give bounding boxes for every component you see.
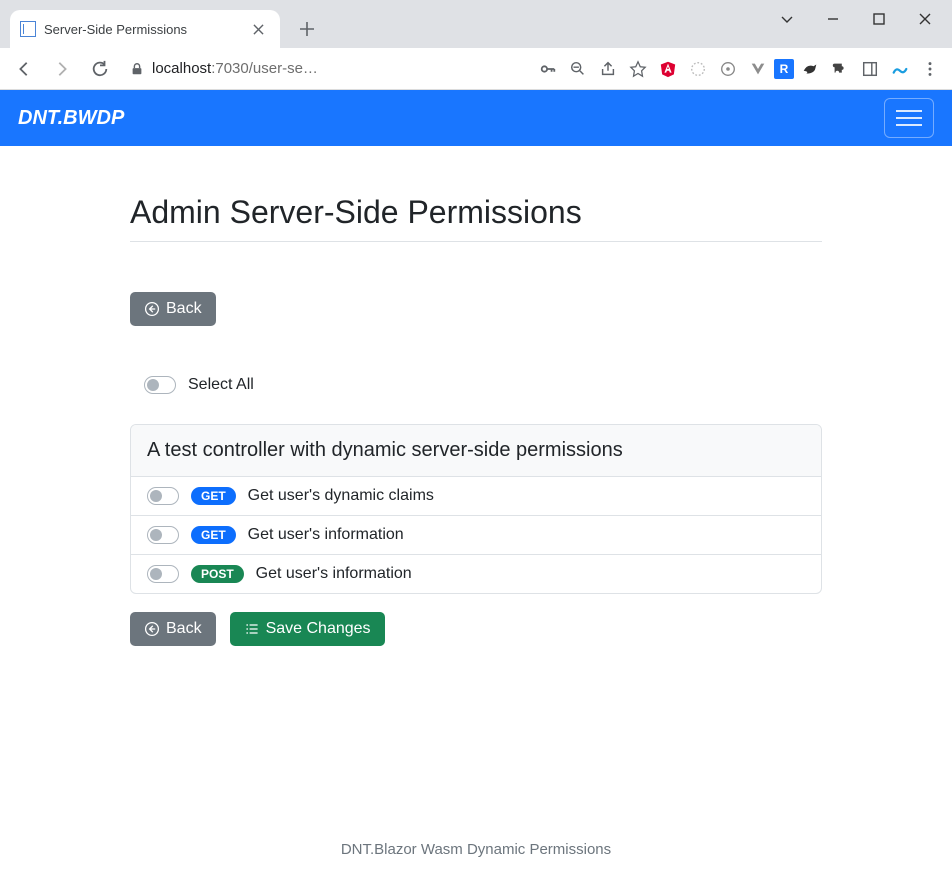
nav-back-button[interactable]	[8, 53, 40, 85]
permission-label: Get user's information	[256, 565, 412, 583]
extension-r-icon[interactable]: R	[774, 59, 794, 79]
bookmark-star-icon[interactable]	[624, 55, 652, 83]
permission-label: Get user's dynamic claims	[248, 487, 434, 505]
select-all-label: Select All	[188, 376, 254, 394]
profile-avatar-icon[interactable]	[886, 55, 914, 83]
minimize-button[interactable]	[810, 0, 856, 38]
http-method-badge: POST	[191, 565, 244, 583]
share-icon[interactable]	[594, 55, 622, 83]
close-window-button[interactable]	[902, 0, 948, 38]
brand-logo[interactable]: DNT.BWDP	[18, 107, 124, 130]
page-title: Admin Server-Side Permissions	[130, 194, 822, 231]
browser-menu-button[interactable]	[916, 55, 944, 83]
url-host: localhost:7030/user-se…	[152, 60, 318, 77]
permission-row: POST Get user's information	[131, 555, 821, 593]
title-divider	[130, 241, 822, 242]
extension-icon-1[interactable]	[684, 55, 712, 83]
tab-title: Server-Side Permissions	[44, 22, 242, 37]
app-navbar: DNT.BWDP	[0, 90, 952, 146]
extension-vue-icon[interactable]	[744, 55, 772, 83]
close-tab-button[interactable]	[250, 21, 266, 37]
extension-bird-icon[interactable]	[796, 55, 824, 83]
permission-toggle[interactable]	[147, 565, 179, 583]
permission-label: Get user's information	[248, 526, 404, 544]
zoom-out-icon[interactable]	[564, 55, 592, 83]
browser-tab[interactable]: Server-Side Permissions	[10, 10, 280, 48]
page-body: Admin Server-Side Permissions Back Selec…	[0, 146, 952, 823]
permission-row: GET Get user's dynamic claims	[131, 477, 821, 516]
back-button-bottom[interactable]: Back	[130, 612, 216, 646]
browser-toolbar: localhost:7030/user-se… R	[0, 48, 952, 90]
nav-forward-button[interactable]	[46, 53, 78, 85]
chevron-down-icon[interactable]	[764, 0, 810, 38]
http-method-badge: GET	[191, 526, 236, 544]
address-bar[interactable]: localhost:7030/user-se…	[122, 60, 322, 77]
select-all-toggle[interactable]	[144, 376, 176, 394]
tab-favicon	[20, 21, 36, 37]
http-method-badge: GET	[191, 487, 236, 505]
side-panel-icon[interactable]	[856, 55, 884, 83]
save-changes-button[interactable]: Save Changes	[230, 612, 385, 646]
password-key-icon[interactable]	[534, 55, 562, 83]
browser-titlebar: Server-Side Permissions	[0, 0, 952, 48]
new-tab-button[interactable]	[292, 14, 322, 44]
page-footer: DNT.Blazor Wasm Dynamic Permissions	[0, 823, 952, 882]
maximize-button[interactable]	[856, 0, 902, 38]
permission-toggle[interactable]	[147, 487, 179, 505]
window-controls	[764, 0, 948, 38]
back-button-label: Back	[166, 620, 202, 638]
list-check-icon	[244, 621, 260, 637]
extension-angular-icon[interactable]	[654, 55, 682, 83]
permission-row: GET Get user's information	[131, 516, 821, 555]
card-header: A test controller with dynamic server-si…	[131, 425, 821, 477]
back-button-top[interactable]: Back	[130, 292, 216, 326]
permission-toggle[interactable]	[147, 526, 179, 544]
back-button-label: Back	[166, 300, 202, 318]
nav-toggle-button[interactable]	[884, 98, 934, 138]
save-button-label: Save Changes	[266, 620, 371, 638]
extension-icon-2[interactable]	[714, 55, 742, 83]
arrow-left-circle-icon	[144, 621, 160, 637]
lock-icon	[130, 62, 144, 76]
arrow-left-circle-icon	[144, 301, 160, 317]
permissions-card: A test controller with dynamic server-si…	[130, 424, 822, 594]
reload-button[interactable]	[84, 53, 116, 85]
extensions-puzzle-icon[interactable]	[826, 55, 854, 83]
